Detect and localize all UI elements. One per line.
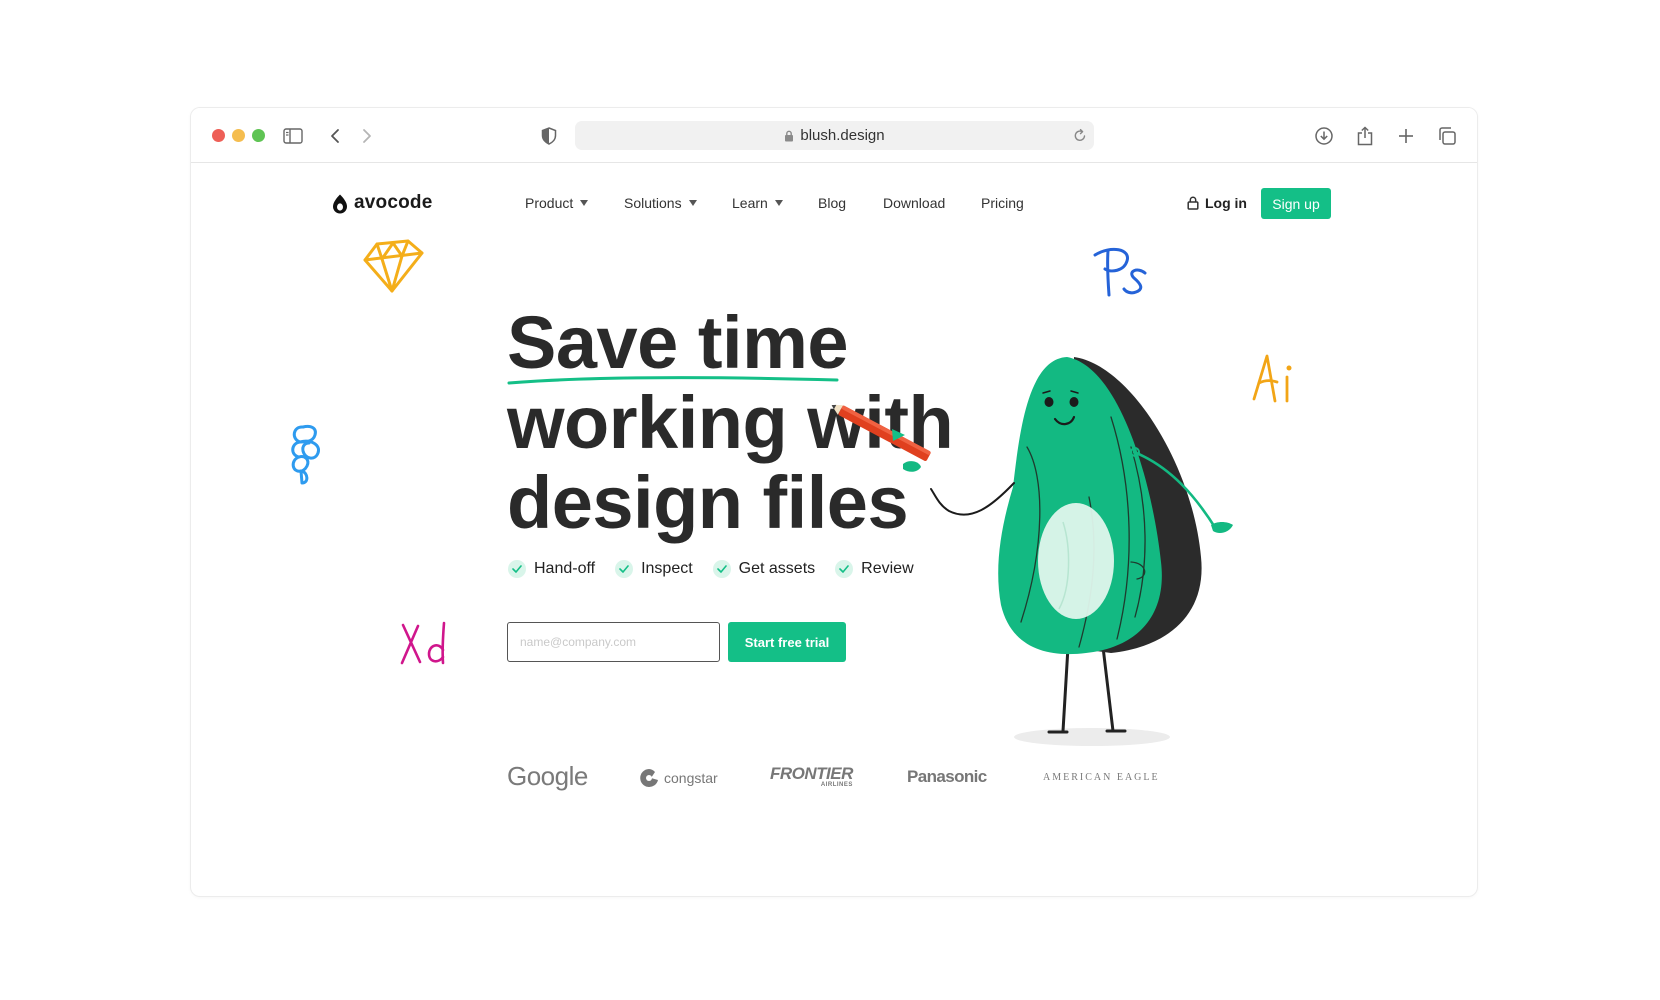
avocado-logo-icon xyxy=(333,194,347,213)
chevron-right-icon[interactable] xyxy=(355,124,379,148)
signup-button[interactable]: Sign up xyxy=(1261,188,1331,219)
feature-item: Get assets xyxy=(712,560,816,578)
congstar-mark-icon xyxy=(640,769,658,787)
logo-text: avocode xyxy=(354,192,433,213)
photoshop-icon xyxy=(1093,247,1147,297)
nav-label: Pricing xyxy=(981,195,1024,211)
login-label: Log in xyxy=(1205,195,1247,211)
nav-label: Solutions xyxy=(624,195,682,211)
reload-icon[interactable] xyxy=(1073,127,1087,147)
close-window-button[interactable] xyxy=(212,129,225,142)
minimize-window-button[interactable] xyxy=(232,129,245,142)
start-free-trial-button[interactable]: Start free trial xyxy=(728,622,846,662)
nav-label: Learn xyxy=(732,195,768,211)
american-eagle-logo: AMERICAN EAGLE xyxy=(1043,772,1160,783)
figma-icon xyxy=(291,424,321,485)
nav-download[interactable]: Download xyxy=(883,195,945,211)
nav-label: Product xyxy=(525,195,574,211)
frontier-text: FRONTIER xyxy=(770,764,853,783)
nav-learn[interactable]: Learn xyxy=(732,195,783,211)
check-icon xyxy=(615,560,634,578)
share-icon[interactable] xyxy=(1353,124,1377,148)
caret-down-icon xyxy=(774,200,783,206)
check-icon xyxy=(508,560,526,578)
chevron-left-icon[interactable] xyxy=(323,124,347,148)
congstar-text: congstar xyxy=(664,770,718,786)
email-input[interactable] xyxy=(507,622,720,662)
caret-down-icon xyxy=(688,200,697,206)
download-icon[interactable] xyxy=(1312,124,1336,148)
client-logos: Google congstar FRONTIER AIRLINES Panaso… xyxy=(507,759,1158,799)
sketch-diamond-icon xyxy=(363,239,424,293)
shield-icon[interactable] xyxy=(537,124,561,148)
zoom-window-button[interactable] xyxy=(252,129,265,142)
feature-item: Inspect xyxy=(615,560,693,578)
browser-toolbar: blush.design xyxy=(191,108,1477,163)
login-link[interactable]: Log in xyxy=(1187,195,1247,211)
address-bar[interactable]: blush.design xyxy=(575,121,1094,150)
lock-icon xyxy=(1187,196,1199,210)
nav-solutions[interactable]: Solutions xyxy=(624,195,697,211)
feature-item: Hand-off xyxy=(508,560,595,578)
feature-label: Inspect xyxy=(641,560,693,577)
avocode-logo[interactable]: avocode xyxy=(332,192,433,214)
nav-pricing[interactable]: Pricing xyxy=(981,195,1024,211)
browser-window: blush.design avocode Product Solutions L… xyxy=(190,107,1478,897)
url-text: blush.design xyxy=(800,127,885,144)
feature-item: Review xyxy=(835,560,914,578)
panasonic-logo: Panasonic xyxy=(907,767,987,786)
nav-label: Blog xyxy=(818,195,847,211)
nav-blog[interactable]: Blog xyxy=(818,195,846,211)
sidebar-icon[interactable] xyxy=(281,124,305,148)
feature-list: Hand-off Inspect Get assets Review xyxy=(508,560,934,578)
caret-down-icon xyxy=(580,200,589,206)
headline-underline xyxy=(507,376,839,385)
webpage: avocode Product Solutions Learn Blog Dow… xyxy=(191,163,1477,896)
frontier-sub-text: AIRLINES xyxy=(820,782,853,788)
adobe-xd-icon xyxy=(400,621,446,665)
congstar-logo: congstar xyxy=(638,767,718,789)
frontier-logo: FRONTIER AIRLINES xyxy=(770,765,853,789)
feature-label: Review xyxy=(861,560,914,577)
lock-icon xyxy=(784,130,794,142)
nav-label: Download xyxy=(883,195,946,211)
avocado-mascot-illustration xyxy=(831,357,1233,746)
plus-icon[interactable] xyxy=(1394,124,1418,148)
tabs-icon[interactable] xyxy=(1435,124,1459,148)
check-icon xyxy=(712,560,731,578)
nav-product[interactable]: Product xyxy=(525,195,589,211)
check-icon xyxy=(835,560,854,578)
google-logo: Google xyxy=(507,761,588,791)
feature-label: Hand-off xyxy=(534,560,596,577)
feature-label: Get assets xyxy=(738,560,816,577)
